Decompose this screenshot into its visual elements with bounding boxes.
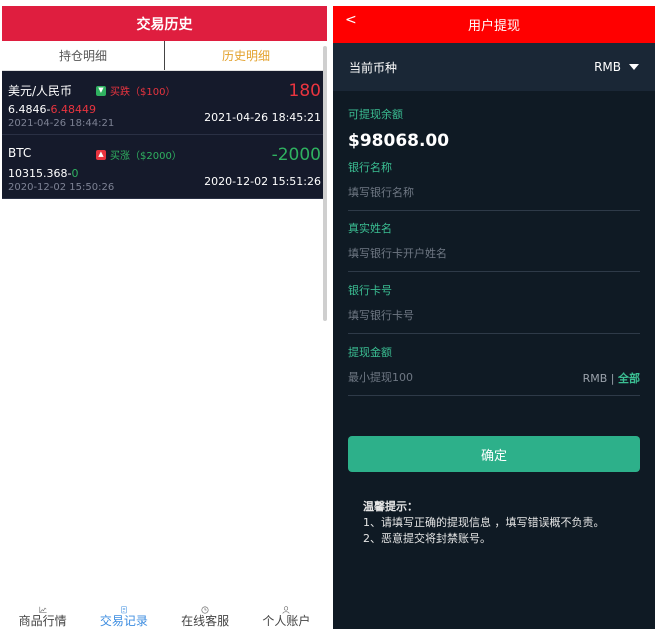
close-time: 2021-04-26 18:45:21 (204, 111, 321, 124)
nav-label: 在线客服 (181, 614, 230, 628)
chevron-left-icon[interactable]: < (345, 12, 357, 28)
nav-item-market[interactable]: 商品行情 (2, 606, 83, 629)
amount-suffix: RMB | 全部 (583, 370, 640, 386)
page-title: 交易历史 (2, 6, 327, 41)
scrollbar[interactable] (323, 46, 327, 321)
withdraw-form: 可提现余额 $98068.00 银行名称 真实姓名 银行卡号 提现金额 RMB … (333, 106, 655, 396)
amount-unit: RMB (582, 371, 608, 385)
tip-line: 2、恶意提交将封禁账号。 (363, 532, 491, 545)
close-time: 2020-12-02 15:51:26 (204, 175, 321, 188)
open-time: 2020-12-02 15:50:26 (8, 182, 115, 193)
order-list: 美元/人民币 ▼ 买跌（$100） 6.4846-6.48449 2021-04… (2, 71, 327, 199)
confirm-button[interactable]: 确定 (348, 436, 640, 472)
currency-selector[interactable]: 当前币种 RMB (333, 43, 655, 91)
list-item[interactable]: 美元/人民币 ▼ 买跌（$100） 6.4846-6.48449 2021-04… (2, 71, 327, 135)
close-price: 0 (71, 167, 79, 180)
amount-label: 提现金额 (348, 346, 392, 359)
balance-label: 可提现余额 (348, 108, 403, 121)
product-name: 美元/人民币 (8, 84, 73, 98)
tips-title: 温馨提示： (363, 500, 418, 513)
withdraw-screen: < 用户提现 当前币种 RMB 可提现余额 $98068.00 银行名称 真实姓… (333, 6, 655, 629)
withdraw-all-button[interactable]: 全部 (618, 372, 640, 385)
amount-field: RMB | 全部 (348, 360, 640, 396)
page-title: 用户提现 (467, 19, 520, 34)
bank-name-label: 银行名称 (348, 161, 392, 174)
history-tabs: 持仓明细 历史明细 (2, 41, 327, 71)
trade-history-screen: 交易历史 持仓明细 历史明细 美元/人民币 ▼ 买跌（$100） 6.4846-… (2, 6, 327, 629)
arrow-up-icon: ▲ (96, 149, 106, 160)
close-price: 6.48449 (50, 103, 96, 116)
nav-label: 商品行情 (18, 614, 67, 628)
profit-value: 180 (288, 81, 321, 101)
open-price: 6.4846 (8, 103, 47, 116)
card-number-field (348, 298, 640, 334)
product-name: BTC (8, 146, 32, 160)
bank-name-field (348, 175, 640, 211)
open-price: 10315.368 (8, 167, 68, 180)
screenshot-stage: 交易历史 持仓明细 历史明细 美元/人民币 ▼ 买跌（$100） 6.4846-… (0, 0, 658, 629)
card-number-input[interactable] (348, 309, 548, 322)
tab-positions[interactable]: 持仓明细 (2, 41, 164, 70)
caret-down-icon (629, 64, 639, 70)
real-name-label: 真实姓名 (348, 222, 392, 235)
list-item[interactable]: BTC ▲ 买涨（$2000） 10315.368-0 2020-12-02 1… (2, 135, 327, 199)
card-number-label: 银行卡号 (348, 284, 392, 297)
price-pair: 6.4846-6.48449 (8, 103, 96, 116)
bank-name-input[interactable] (348, 186, 548, 199)
currency-label: 当前币种 (349, 60, 398, 75)
arrow-down-icon: ▼ (96, 85, 106, 96)
nav-label: 个人账户 (262, 614, 311, 628)
real-name-input[interactable] (348, 247, 548, 260)
tips-block: 温馨提示： 1、请填写正确的提现信息 ，填写错误概不负责。 2、恶意提交将封禁账… (333, 499, 655, 547)
nav-item-support[interactable]: 在线客服 (165, 606, 246, 629)
tip-line: 1、请填写正确的提现信息 ，填写错误概不负责。 (363, 516, 605, 529)
bottom-nav: 商品行情 交易记录 在线客服 个人账户 (2, 606, 327, 629)
balance-value: $98068.00 (348, 131, 450, 151)
amount-input[interactable] (348, 371, 548, 384)
direction-badge: ▼ 买跌（$100） (96, 83, 175, 98)
profit-value: -2000 (271, 145, 321, 165)
amount-separator: | (610, 371, 615, 385)
tab-history[interactable]: 历史明细 (164, 41, 327, 70)
real-name-field (348, 236, 640, 272)
nav-item-account[interactable]: 个人账户 (246, 606, 327, 629)
nav-label: 交易记录 (99, 614, 148, 628)
price-pair: 10315.368-0 (8, 167, 79, 180)
currency-value: RMB (594, 60, 621, 74)
direction-label: 买涨（$2000） (110, 151, 182, 162)
withdraw-header: < 用户提现 (333, 6, 655, 43)
open-time: 2021-04-26 18:44:21 (8, 118, 115, 129)
direction-badge: ▲ 买涨（$2000） (96, 147, 182, 162)
nav-item-records[interactable]: 交易记录 (83, 606, 164, 629)
direction-label: 买跌（$100） (110, 87, 176, 98)
currency-dropdown[interactable]: RMB (594, 60, 639, 74)
